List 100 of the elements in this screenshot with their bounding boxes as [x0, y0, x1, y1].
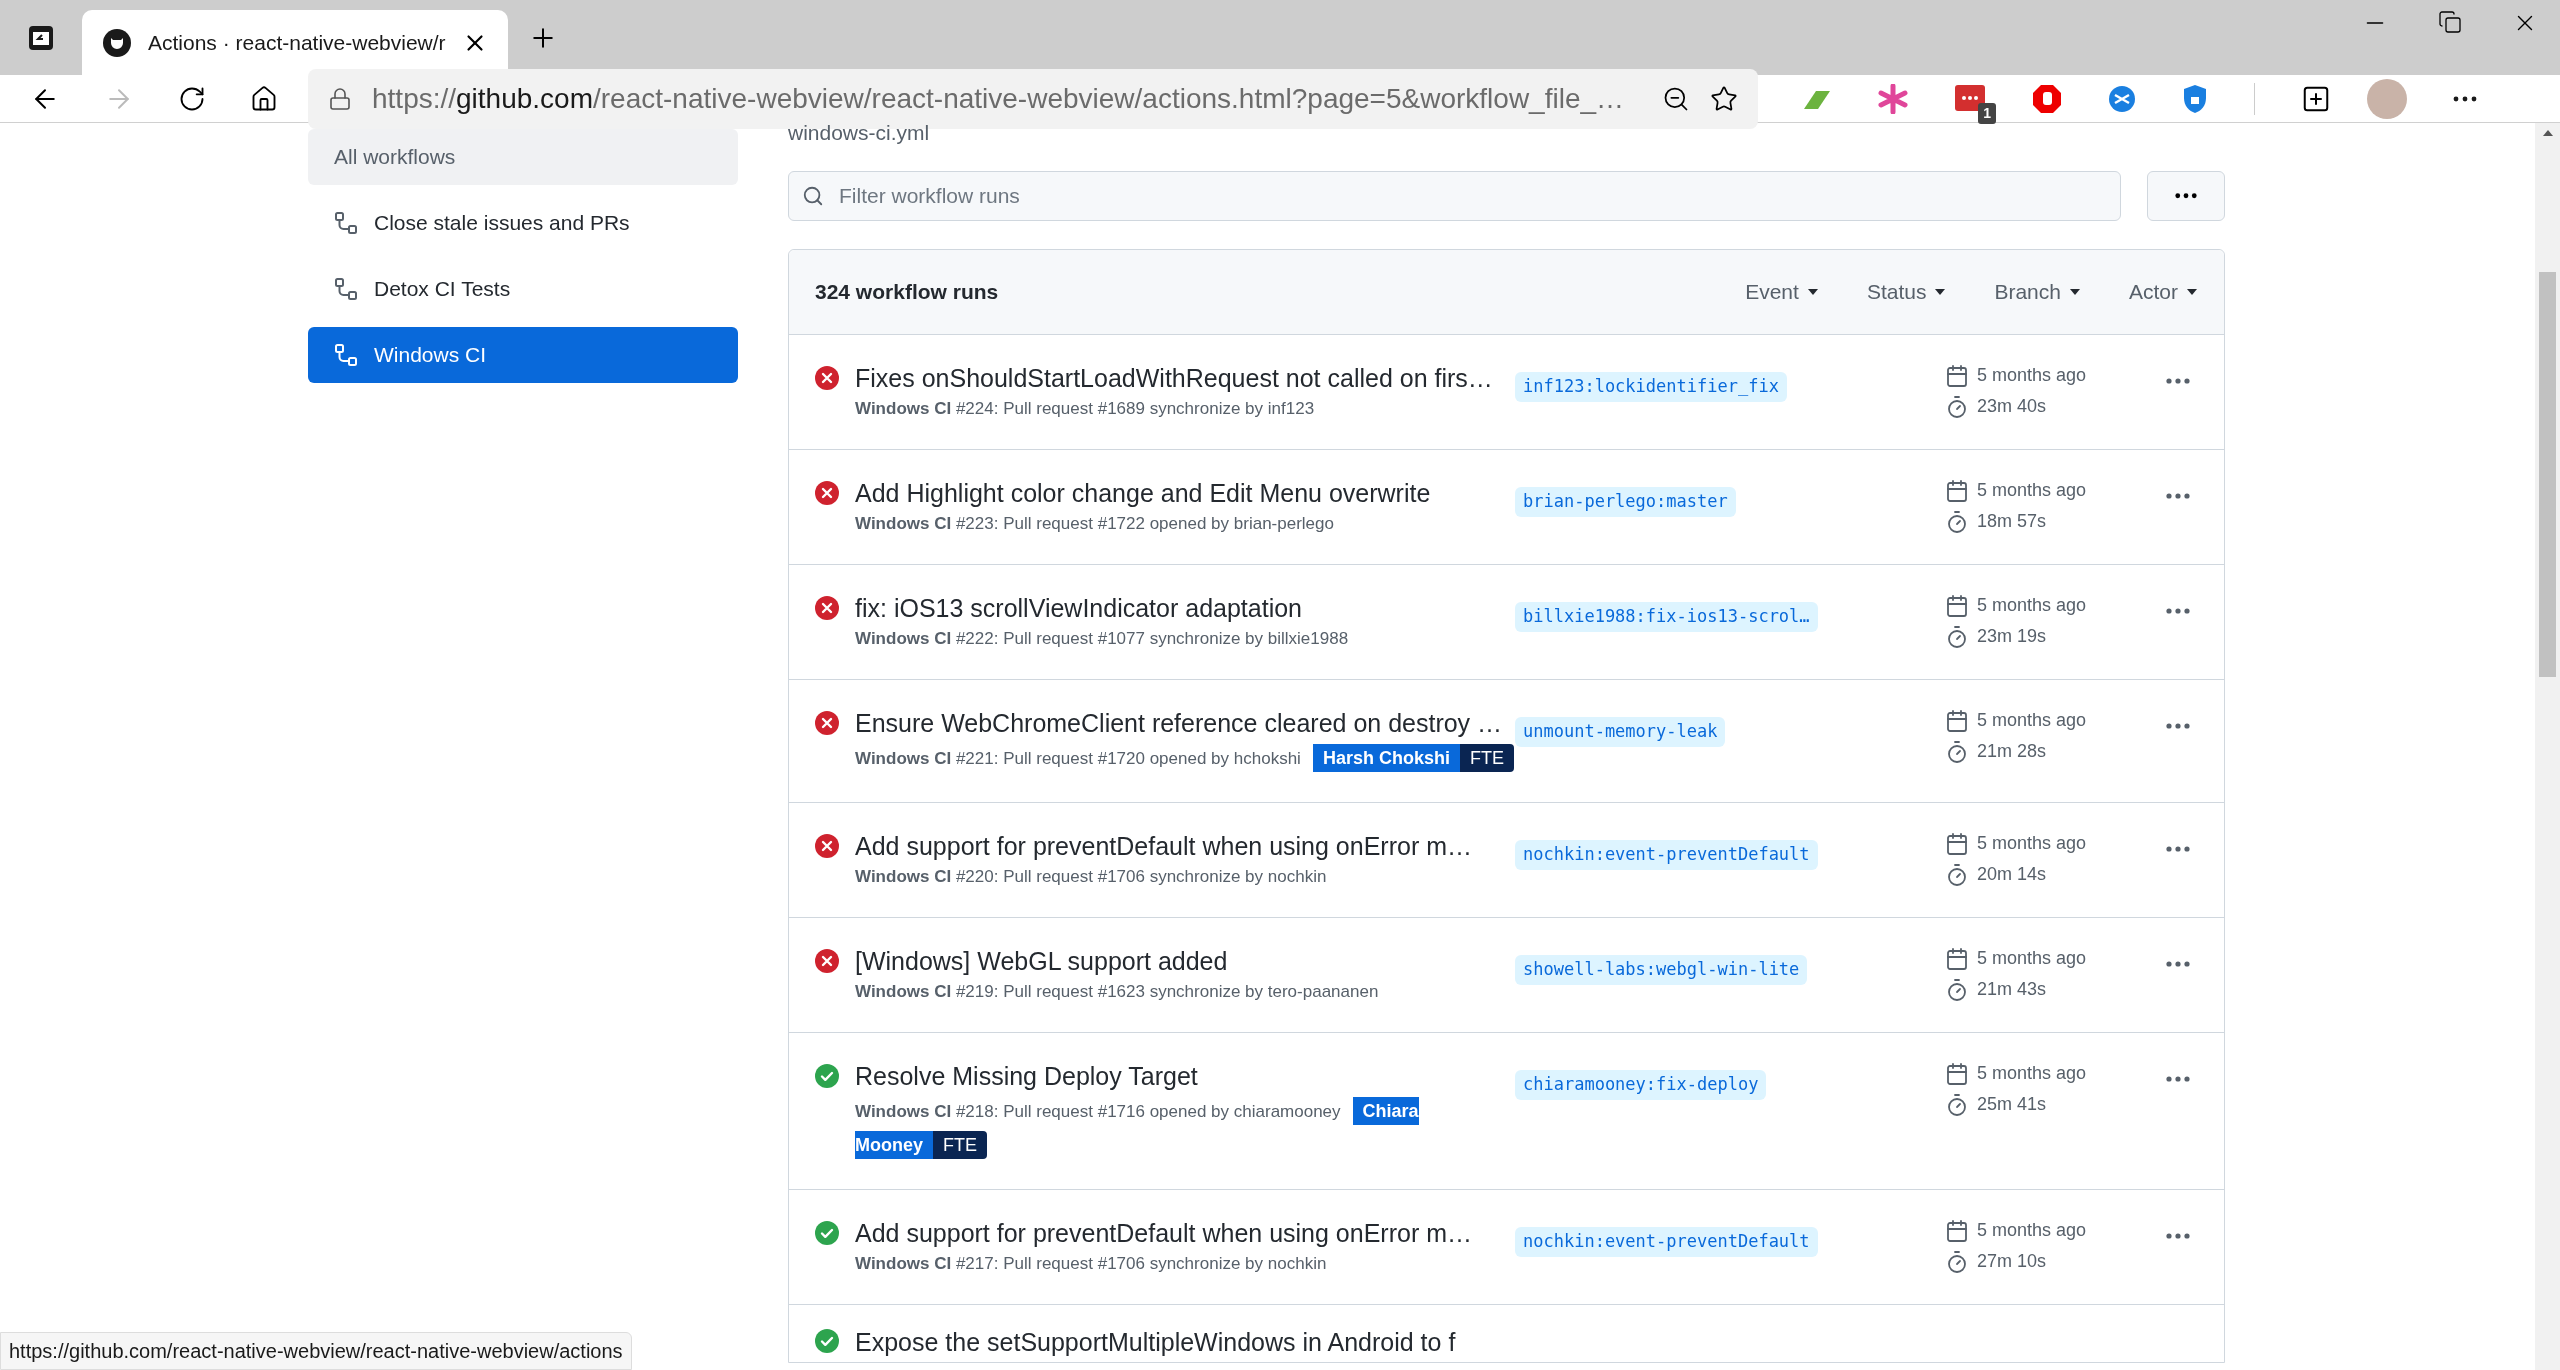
octocat-icon — [102, 27, 132, 58]
run-duration: 21m 28s — [1977, 740, 2047, 763]
more-icon — [2166, 493, 2190, 499]
stopwatch-icon — [1945, 1092, 1969, 1117]
run-time: 5 months ago — [1977, 1219, 2087, 1242]
sidebar-item[interactable]: Close stale issues and PRs — [308, 195, 738, 251]
lock-icon — [328, 86, 352, 111]
filter-dropdown[interactable]: Status — [1866, 276, 1947, 308]
branch-label[interactable]: showell-labs:webgl-win-lite — [1515, 955, 1808, 985]
branch-label[interactable]: nochkin:event-preventDefault — [1515, 840, 1818, 870]
calendar-icon — [1945, 363, 1969, 388]
run-duration: 21m 43s — [1977, 978, 2047, 1001]
sidebar-item[interactable]: Windows CI — [308, 327, 738, 383]
run-title[interactable]: Add Highlight color change and Edit Menu overwrite — [855, 477, 1515, 509]
run-title[interactable]: Add support for preventDefault when using onError m… — [855, 1217, 1515, 1249]
run-time: 5 months ago — [1977, 832, 2087, 855]
more-icon — [2166, 723, 2190, 729]
run-duration: 25m 41s — [1977, 1093, 2047, 1116]
run-meta: Windows CI #219: Pull request #1623 synchronize by tero-paananen — [855, 982, 1379, 1001]
stopwatch-icon — [1945, 977, 1969, 1002]
restore-icon[interactable] — [2438, 10, 2462, 34]
run-time: 5 months ago — [1977, 709, 2087, 732]
tab-actions-icon[interactable] — [27, 23, 55, 52]
branch-label[interactable]: chiaramooney:fix-deploy — [1515, 1070, 1767, 1100]
settings-menu-icon[interactable] — [2453, 95, 2477, 102]
run-duration: 20m 14s — [1977, 863, 2047, 886]
run-meta: Windows CI #217: Pull request #1706 synchronize by nochkin — [855, 1254, 1327, 1273]
user-badge: Harsh Chokshi — [1312, 744, 1460, 772]
run-meta: Windows CI #222: Pull request #1077 synchronize by billxie1988 — [855, 629, 1349, 648]
stopwatch-icon — [1945, 1249, 1969, 1274]
caret-icon — [2186, 288, 2198, 296]
calendar-icon — [1945, 593, 1969, 618]
extension-count: 1 — [1978, 102, 1996, 124]
caret-icon — [1934, 288, 1947, 296]
search-icon — [802, 185, 824, 207]
branch-label[interactable]: brian-perlego:master — [1515, 487, 1736, 517]
run-meta: Windows CI #223: Pull request #1722 opened by brian-perlego — [855, 514, 1334, 533]
run-title[interactable]: Ensure WebChromeClient reference cleared on destroy … — [855, 707, 1515, 739]
scrollbar-thumb[interactable] — [2539, 272, 2556, 677]
filter-dropdown[interactable]: Actor — [2129, 276, 2198, 308]
workflow-icon — [334, 343, 358, 367]
branch-label[interactable]: inf123:lockidentifier_fix — [1515, 372, 1787, 402]
run-time: 5 months ago — [1977, 947, 2087, 970]
filter-dropdown[interactable]: Event — [1745, 276, 1819, 308]
url-text: https://github.com/react-native-webview/react-native-webview/actions.html?page=5&workflow_file_… — [372, 81, 1626, 116]
more-icon — [2166, 961, 2190, 967]
run-title[interactable]: fix: iOS13 scrollViewIndicator adaptation — [855, 592, 1515, 624]
run-title[interactable]: [Windows] WebGL support added — [855, 945, 1515, 977]
run-time: 5 months ago — [1977, 1062, 2087, 1085]
stopwatch-icon — [1945, 624, 1969, 649]
calendar-icon — [1945, 478, 1969, 503]
run-title[interactable]: Fixes onShouldStartLoadWithRequest not called on firs… — [855, 362, 1515, 394]
run-duration: 27m 10s — [1977, 1250, 2047, 1273]
run-meta: Windows CI #218: Pull request #1716 opened by chiaramooney — [855, 1102, 1341, 1121]
branch-label[interactable]: nochkin:event-preventDefault — [1515, 1227, 1818, 1257]
more-icon — [2175, 193, 2197, 199]
filter-dropdown[interactable]: Branch — [1994, 276, 2081, 308]
caret-icon — [2069, 288, 2081, 296]
run-title[interactable]: Add support for preventDefault when using onError m… — [855, 830, 1515, 862]
run-time: 5 months ago — [1977, 479, 2087, 502]
run-count: 324 workflow runs — [815, 279, 999, 306]
calendar-icon — [1945, 1061, 1969, 1086]
more-icon — [2166, 1076, 2190, 1082]
run-duration: 23m 40s — [1977, 395, 2047, 418]
run-title[interactable]: Expose the setSupportMultipleWindows in Android to f — [855, 1327, 1456, 1357]
role-badge: FTE — [1459, 744, 1514, 772]
browser-tab[interactable]: Actions · react-native-webview/r — [82, 10, 508, 75]
favorite-icon[interactable] — [1710, 84, 1738, 113]
run-meta: Windows CI #220: Pull request #1706 synchronize by nochkin — [855, 867, 1327, 886]
extension-icon[interactable] — [2108, 84, 2136, 113]
run-time: 5 months ago — [1977, 364, 2087, 387]
stopwatch-icon — [1945, 862, 1969, 887]
sidebar-item[interactable]: All workflows — [308, 129, 738, 185]
run-time: 5 months ago — [1977, 594, 2087, 617]
filter-field[interactable]: Filter workflow runs — [788, 171, 2121, 221]
stopwatch-icon — [1945, 739, 1969, 764]
scrollbar[interactable] — [2535, 123, 2560, 1370]
home-icon[interactable] — [250, 84, 278, 113]
branch-label[interactable]: unmount-memory-leak — [1515, 717, 1726, 747]
more-icon — [2166, 846, 2190, 852]
branch-label[interactable]: billxie1988:fix-ios13-scrol… — [1515, 602, 1818, 632]
run-duration: 18m 57s — [1977, 510, 2047, 533]
calendar-icon — [1945, 1218, 1969, 1243]
stopwatch-icon — [1945, 394, 1969, 419]
run-meta: Windows CI #224: Pull request #1689 synchronize by inf123 — [855, 399, 1315, 418]
run-meta: Windows CI #221: Pull request #1720 opened by hchokshi — [855, 749, 1301, 768]
caret-icon — [1806, 288, 1819, 296]
run-title[interactable]: Resolve Missing Deploy Target — [855, 1060, 1515, 1092]
shield-lock-icon[interactable] — [2182, 83, 2208, 114]
more-icon — [2166, 608, 2190, 614]
calendar-icon — [1945, 946, 1969, 971]
sidebar-item[interactable]: Detox CI Tests — [308, 261, 738, 317]
more-icon — [2166, 378, 2190, 384]
more-icon — [2166, 1233, 2190, 1239]
extension-icon[interactable] — [1954, 83, 1986, 114]
role-badge: FTE — [933, 1131, 987, 1159]
workflow-icon — [334, 277, 358, 301]
scroll-up-icon[interactable] — [2541, 129, 2554, 137]
stopwatch-icon — [1945, 509, 1969, 534]
tab-title: Actions · react-native-webview/r — [148, 29, 446, 56]
